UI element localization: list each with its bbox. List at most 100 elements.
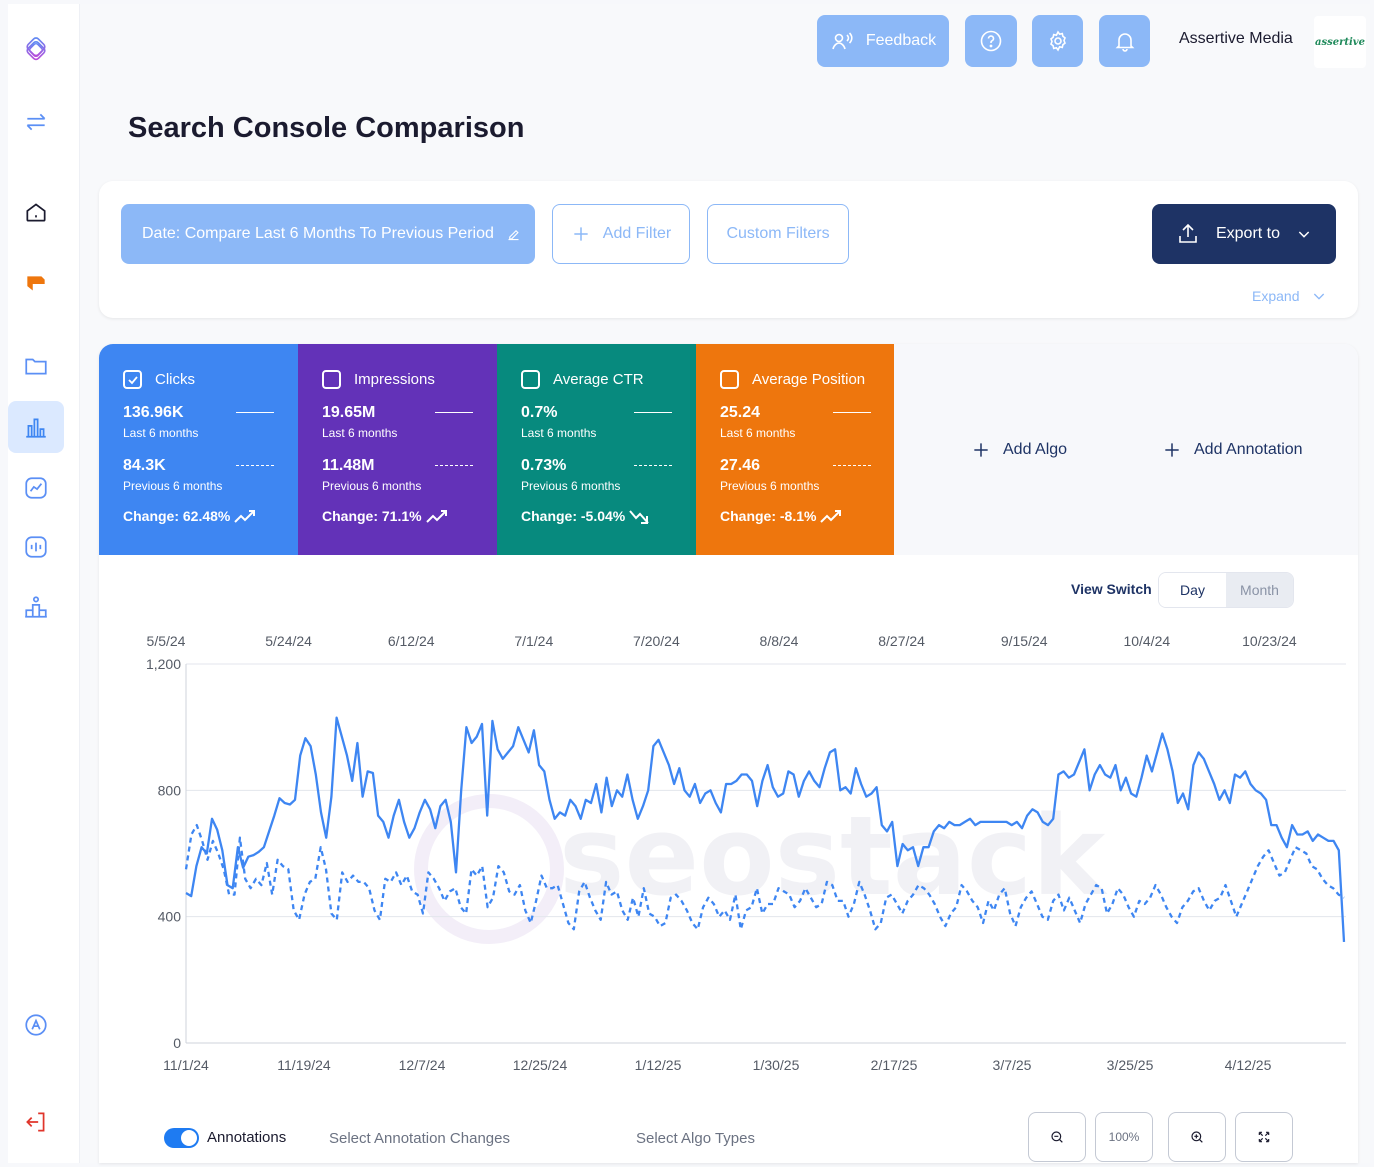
notifications-button[interactable] (1099, 15, 1150, 67)
logout-icon[interactable] (8, 1096, 64, 1148)
metric-checkbox[interactable] (720, 370, 739, 389)
expand-toggle[interactable]: Expand (1252, 288, 1327, 304)
metric-change: Change: -5.04% (521, 508, 651, 524)
check-icon (127, 375, 138, 384)
export-label: Export to (1215, 225, 1281, 242)
metric-change-value: Change: 62.48% (123, 508, 231, 524)
annotations-toggle[interactable] (164, 1128, 199, 1148)
algo-circle-icon[interactable] (8, 999, 64, 1051)
x-tick-label-top: 7/20/24 (633, 633, 680, 649)
y-tick-label: 400 (158, 909, 182, 925)
metric-current-label: Last 6 months (322, 426, 398, 440)
metric-checkbox[interactable] (123, 370, 142, 389)
plus-icon (574, 227, 588, 241)
metric-header: Average Position (720, 370, 865, 389)
solid-line-legend (435, 412, 473, 413)
metric-current-value: 25.24 (720, 404, 761, 421)
add-annotation-button[interactable]: Add Annotation (1162, 440, 1303, 460)
metric-change: Change: 71.1% (322, 508, 448, 524)
question-icon (980, 30, 1002, 52)
metric-checkbox[interactable] (322, 370, 341, 389)
x-tick-label-bottom: 12/25/24 (513, 1057, 568, 1073)
select-algo-types[interactable]: Select Algo Types (636, 1130, 755, 1147)
upload-icon (1179, 223, 1197, 243)
audio-wave-icon[interactable] (8, 521, 64, 573)
metric-previous-label: Previous 6 months (720, 479, 820, 493)
x-tick-label-bottom: 12/7/24 (399, 1057, 446, 1073)
date-range-label: Date: Compare Last 6 Months To Previous … (142, 225, 494, 242)
metric-tile-impressions[interactable]: Impressions 19.65M Last 6 months 11.48M Prev… (298, 344, 497, 555)
metric-current-value: 136.96K (123, 404, 184, 421)
feedback-person-icon (832, 32, 853, 50)
podium-icon[interactable] (8, 581, 64, 633)
trend-down-icon (629, 510, 649, 524)
zoom-out-button[interactable] (1028, 1112, 1086, 1162)
x-tick-label-top: 8/8/24 (760, 633, 799, 649)
export-button[interactable]: Export to (1152, 204, 1336, 264)
dashed-line-legend (435, 465, 473, 466)
trend-up-icon (820, 510, 842, 523)
fullscreen-button[interactable] (1235, 1112, 1293, 1162)
trend-chart-icon[interactable] (8, 462, 64, 514)
select-annotation-changes[interactable]: Select Annotation Changes (329, 1130, 510, 1147)
feedback-button[interactable]: Feedback (817, 15, 949, 67)
add-filter-label: Add Filter (602, 225, 672, 242)
metric-header: Average CTR (521, 370, 644, 389)
chart-card: Clicks 136.96K Last 6 months 84.3K Previous … (99, 344, 1358, 1163)
main-content: Feedback Assertive Media assertive Searc… (80, 4, 1370, 1163)
x-tick-label-bottom: 1/12/25 (635, 1057, 682, 1073)
add-annotation-label: Add Annotation (1194, 441, 1303, 458)
view-day-option[interactable]: Day (1159, 573, 1226, 607)
metric-change: Change: -8.1% (720, 508, 842, 524)
sidebar (8, 4, 80, 1163)
custom-filters-label: Custom Filters (726, 225, 830, 242)
bar-chart-icon[interactable] (8, 401, 64, 453)
settings-button[interactable] (1032, 15, 1083, 67)
metric-actions: Add Algo Add Annotation (894, 344, 1358, 555)
x-tick-label-bottom: 3/25/25 (1107, 1057, 1154, 1073)
metric-current-label: Last 6 months (521, 426, 597, 440)
metric-tile-average-ctr[interactable]: Average CTR 0.7% Last 6 months 0.73% Previou… (497, 344, 696, 555)
help-button[interactable] (965, 15, 1017, 67)
zoom-reset-button[interactable]: 100% (1095, 1112, 1153, 1162)
x-tick-label-top: 8/27/24 (878, 633, 925, 649)
folder-icon[interactable] (8, 340, 64, 392)
custom-filters-button[interactable]: Custom Filters (707, 204, 849, 264)
dashed-line-legend (634, 465, 672, 466)
bell-icon (1115, 33, 1134, 52)
x-tick-label-top: 5/24/24 (265, 633, 312, 649)
plus-icon (974, 443, 988, 457)
metric-tile-average-position[interactable]: Average Position 25.24 Last 6 months 27.46 P… (696, 344, 895, 555)
date-range-button[interactable]: Date: Compare Last 6 Months To Previous … (121, 204, 535, 264)
page-title: Search Console Comparison (128, 112, 525, 144)
seostack-logo-icon[interactable] (8, 24, 64, 76)
account-name[interactable]: Assertive Media (1179, 30, 1293, 48)
chat-bubble-icon[interactable] (8, 258, 64, 310)
dashed-line-legend (236, 465, 274, 466)
home-icon[interactable] (8, 186, 64, 238)
metric-name: Impressions (354, 371, 435, 388)
x-tick-label-bottom: 3/7/25 (993, 1057, 1032, 1073)
view-month-option[interactable]: Month (1226, 573, 1293, 607)
metric-tile-clicks[interactable]: Clicks 136.96K Last 6 months 84.3K Previous … (99, 344, 298, 555)
metric-previous-value: 84.3K (123, 457, 166, 474)
metric-checkbox[interactable] (521, 370, 540, 389)
expand-label: Expand (1252, 288, 1300, 304)
metric-name: Average Position (752, 371, 866, 388)
metric-name: Clicks (155, 371, 195, 388)
x-tick-label-top: 9/15/24 (1001, 633, 1048, 649)
add-filter-button[interactable]: Add Filter (552, 204, 690, 264)
x-tick-label-top: 10/23/24 (1242, 633, 1297, 649)
metric-previous-label: Previous 6 months (123, 479, 223, 493)
zoom-in-button[interactable] (1168, 1112, 1226, 1162)
account-logo[interactable]: assertive (1314, 16, 1366, 68)
x-tick-label-top: 7/1/24 (514, 633, 553, 649)
collapse-arrows-icon[interactable] (8, 96, 64, 148)
x-tick-label-bottom: 1/30/25 (753, 1057, 800, 1073)
add-algo-button[interactable]: Add Algo (971, 440, 1067, 460)
clicks-line-chart[interactable]: seostack04008001,20011/1/24 11/19/24 12/7/… (99, 614, 1358, 1074)
metric-current-value: 19.65M (322, 404, 376, 421)
y-tick-label: 1,200 (146, 656, 181, 672)
metric-header: Clicks (123, 370, 195, 389)
metric-previous-label: Previous 6 months (521, 479, 621, 493)
